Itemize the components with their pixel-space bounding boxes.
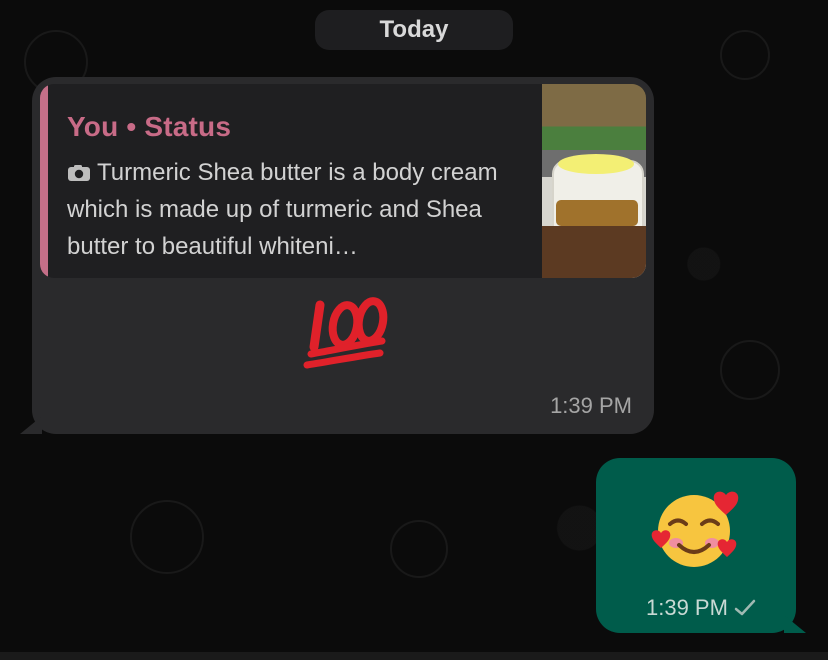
- date-separator: Today: [315, 10, 513, 50]
- status-thumbnail[interactable]: [542, 84, 646, 278]
- wallpaper-doodle: [130, 500, 204, 574]
- outgoing-timestamp: 1:39 PM: [646, 595, 728, 620]
- product-label: [556, 200, 638, 226]
- check-icon: [734, 599, 756, 616]
- incoming-timestamp: 1:39 PM: [550, 393, 632, 418]
- date-separator-label: Today: [379, 16, 449, 43]
- wallpaper-doodle: [720, 340, 780, 400]
- quoted-status-preview[interactable]: You • Status Turmeric Shea butter is a b…: [40, 84, 646, 278]
- incoming-message-bubble[interactable]: You • Status Turmeric Shea butter is a b…: [32, 77, 654, 434]
- outgoing-message-bubble[interactable]: 1:39 PM: [596, 458, 796, 633]
- quoted-text-content: Turmeric Shea butter is a body cream whi…: [67, 159, 498, 260]
- yellow-cream: [558, 154, 634, 174]
- wallpaper-doodle: [720, 30, 770, 80]
- hundred-points-icon: [303, 297, 388, 369]
- quoted-title: You • Status: [67, 111, 232, 142]
- quote-accent-bar: [40, 84, 48, 278]
- bottom-divider: [0, 652, 828, 660]
- wallpaper-doodle: [390, 520, 448, 578]
- quoted-text: Turmeric Shea butter is a body cream whi…: [67, 154, 507, 265]
- smiling-face-with-hearts-icon: [651, 491, 739, 567]
- camera-icon: [68, 165, 90, 181]
- hand-holding-jar: [542, 226, 646, 278]
- outgoing-meta: 1:39 PM: [646, 595, 756, 621]
